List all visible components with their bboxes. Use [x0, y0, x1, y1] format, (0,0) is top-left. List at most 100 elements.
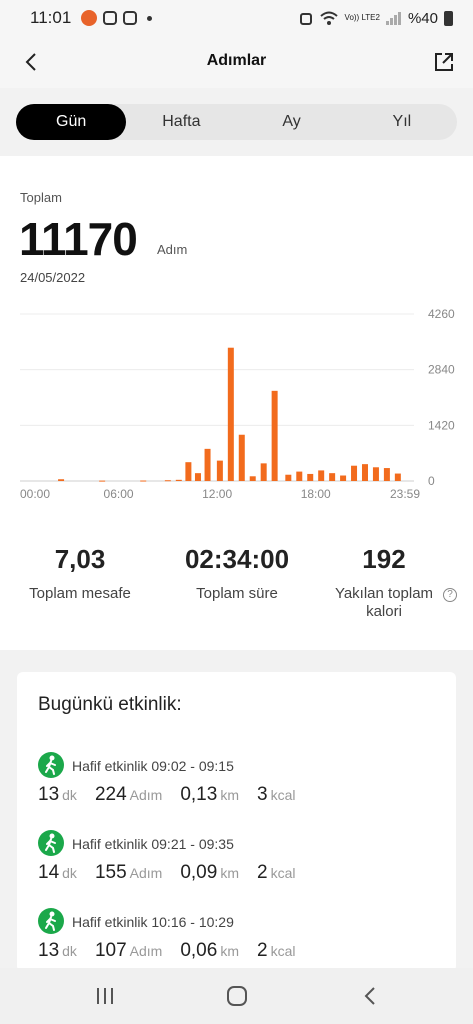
chart-bar	[58, 479, 65, 481]
system-nav-bar	[0, 968, 473, 1024]
steps-unit: Adım	[129, 865, 163, 881]
stats-row: 7,03 Toplam mesafe 02:34:00 Toplam süre …	[0, 544, 473, 624]
activity-calories: 3	[256, 784, 268, 805]
share-button[interactable]	[431, 49, 457, 75]
chart-bar	[164, 480, 171, 482]
calories-unit: kcal	[270, 787, 296, 803]
stat-calories-value: 192	[362, 544, 406, 574]
stat-duration-value: 02:34:00	[184, 544, 290, 574]
distance-unit: km	[220, 943, 239, 959]
chart-bar	[260, 463, 267, 481]
chart-bar	[372, 467, 379, 481]
chart-bar	[340, 475, 347, 481]
stat-distance-label: Toplam mesafe	[29, 585, 131, 602]
total-label: Toplam	[20, 190, 62, 205]
chart-bar	[394, 473, 401, 481]
activity-distance: 0,13	[180, 784, 218, 805]
chart-bar	[329, 473, 336, 481]
walking-icon	[38, 830, 64, 856]
home-icon	[227, 986, 247, 1006]
network-type: Vo)) LTE2	[344, 13, 380, 22]
steps-unit: Adım	[129, 943, 163, 959]
chart-bar	[204, 448, 211, 481]
activity-card: Bugünkü etkinlik: Hafif etkinlik 09:02 -…	[17, 672, 456, 972]
x-tick-label: 12:00	[202, 487, 232, 501]
steps-summary-card: Toplam 11170 Adım 24/05/2022 4260 2840 142…	[0, 156, 473, 650]
chart-bars	[58, 347, 401, 482]
app-header: Adımlar	[0, 36, 473, 88]
chart-bar	[227, 347, 234, 481]
status-time: 11:01	[30, 8, 72, 27]
page-title: Adımlar	[206, 52, 267, 69]
activity-name: Hafif etkinlik 10:16 - 10:29	[72, 914, 234, 930]
distance-unit: km	[220, 865, 239, 881]
chart-bar	[140, 480, 147, 482]
x-tick-label: 18:00	[301, 487, 331, 501]
x-tick-label: 23:59	[390, 487, 420, 501]
tab-week[interactable]: Hafta	[126, 104, 236, 140]
chart-bar	[383, 468, 390, 481]
gallery-icon	[123, 11, 138, 25]
chart-bar	[296, 471, 303, 481]
chart-bar	[318, 470, 325, 481]
y-tick-label: 2840	[428, 363, 455, 377]
tab-day[interactable]: Gün	[16, 104, 127, 140]
recent-apps-button[interactable]	[90, 982, 120, 1010]
chart-bar	[216, 460, 223, 481]
app-notification-icon	[81, 10, 98, 26]
activity-distance: 0,09	[180, 862, 218, 883]
activity-steps: 155	[94, 862, 127, 883]
activity-calories: 2	[256, 940, 268, 961]
distance-unit: km	[220, 787, 239, 803]
signal-icon	[385, 12, 401, 25]
chart-bar	[99, 480, 106, 482]
activity-minutes: 13	[38, 784, 60, 805]
total-steps-unit: Adım	[157, 242, 188, 257]
minutes-unit: dk	[62, 943, 77, 959]
activity-minutes: 13	[38, 940, 60, 961]
stat-duration-label: Toplam süre	[196, 585, 278, 602]
activity-distance: 0,06	[180, 940, 218, 961]
chart-bar	[194, 473, 201, 481]
activity-metrics: 13 dk 107 Adım 0,06 km 2 kcal	[38, 940, 295, 962]
chart-bar	[271, 390, 278, 481]
walking-icon	[38, 908, 64, 934]
instagram-icon	[103, 11, 118, 25]
tab-month[interactable]: Ay	[237, 104, 347, 140]
activity-name: Hafif etkinlik 09:02 - 09:15	[72, 758, 234, 774]
home-button[interactable]	[222, 982, 252, 1010]
wifi-icon	[319, 11, 338, 25]
summary-date: 24/05/2022	[20, 270, 86, 285]
chart-bar	[307, 473, 314, 481]
chart-x-ticks: 00:00 06:00 12:00 18:00 23:59	[20, 487, 420, 501]
stat-duration: 02:34:00 Toplam süre	[166, 544, 308, 603]
activity-title: Bugünkü etkinlik:	[38, 694, 182, 715]
stat-distance-value: 7,03	[54, 544, 106, 574]
calories-unit: kcal	[270, 865, 296, 881]
recent-apps-icon	[97, 988, 113, 1004]
minutes-unit: dk	[62, 865, 77, 881]
status-notification-icons	[81, 10, 153, 26]
system-back-button[interactable]	[356, 982, 386, 1010]
activity-calories: 2	[256, 862, 268, 883]
chart-bar	[285, 474, 292, 481]
info-icon[interactable]: ?	[443, 588, 457, 602]
steps-unit: Adım	[129, 787, 163, 803]
minutes-unit: dk	[62, 787, 77, 803]
activity-item[interactable]: Hafif etkinlik 10:16 - 10:29 13 dk 107 Adı…	[38, 908, 448, 972]
chart-bar	[249, 476, 256, 481]
activity-item[interactable]: Hafif etkinlik 09:02 - 09:15 13 dk 224 Adı…	[38, 752, 448, 832]
activity-minutes: 14	[38, 862, 60, 883]
chart-bar	[238, 434, 245, 481]
tab-year[interactable]: Yıl	[347, 104, 457, 140]
activity-item[interactable]: Hafif etkinlik 09:21 - 09:35 14 dk 155 Adı…	[38, 830, 448, 910]
status-bar: 11:01 Vo)) LTE2 %40	[0, 0, 473, 36]
chart-bar	[175, 479, 182, 481]
chart-grid	[20, 313, 414, 482]
y-tick-label: 0	[428, 474, 435, 488]
calories-unit: kcal	[270, 943, 296, 959]
share-icon	[435, 53, 453, 71]
chart-y-ticks: 4260 2840 1420 0	[428, 307, 455, 488]
total-steps-value: 11170	[19, 213, 138, 265]
x-tick-label: 06:00	[104, 487, 134, 501]
